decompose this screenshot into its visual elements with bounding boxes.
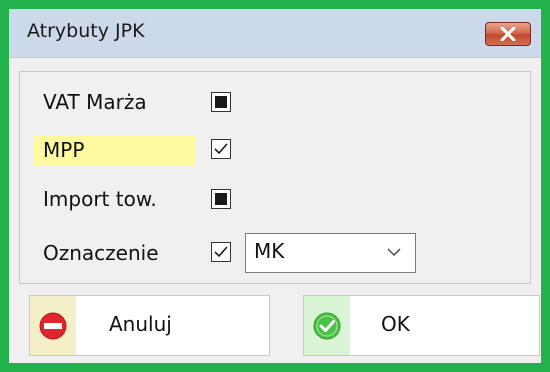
no-entry-icon — [39, 312, 67, 339]
vat-marza-checkbox[interactable] — [211, 92, 231, 112]
check-icon — [214, 143, 228, 155]
check-icon — [214, 246, 228, 258]
import-label: Import tow. — [43, 187, 157, 211]
cancel-icon-cell — [30, 296, 76, 355]
cancel-button-label: Anuluj — [109, 312, 172, 336]
ok-button-label: OK — [381, 312, 410, 336]
mpp-checkbox[interactable] — [211, 139, 231, 159]
vat-marza-label: VAT Marża — [43, 90, 147, 114]
check-circle-icon — [313, 312, 341, 339]
cancel-button[interactable]: Anuluj — [29, 295, 270, 356]
close-button[interactable] — [485, 22, 531, 46]
oznaczenie-select[interactable]: MK — [245, 233, 416, 273]
mpp-label: MPP — [43, 138, 85, 162]
close-icon — [500, 27, 516, 41]
import-checkbox[interactable] — [211, 189, 231, 209]
chevron-down-icon — [387, 248, 401, 256]
title-bar: Atrybuty JPK — [9, 9, 541, 58]
oznaczenie-checkbox[interactable] — [211, 242, 231, 262]
ok-button[interactable]: OK — [303, 295, 540, 356]
oznaczenie-label: Oznaczenie — [43, 241, 159, 265]
dialog-frame: Atrybuty JPK VAT Marża MPP Import tow. O… — [0, 0, 550, 372]
dialog-title: Atrybuty JPK — [27, 20, 145, 42]
oznaczenie-select-value: MK — [254, 239, 285, 263]
ok-icon-cell — [304, 296, 350, 355]
